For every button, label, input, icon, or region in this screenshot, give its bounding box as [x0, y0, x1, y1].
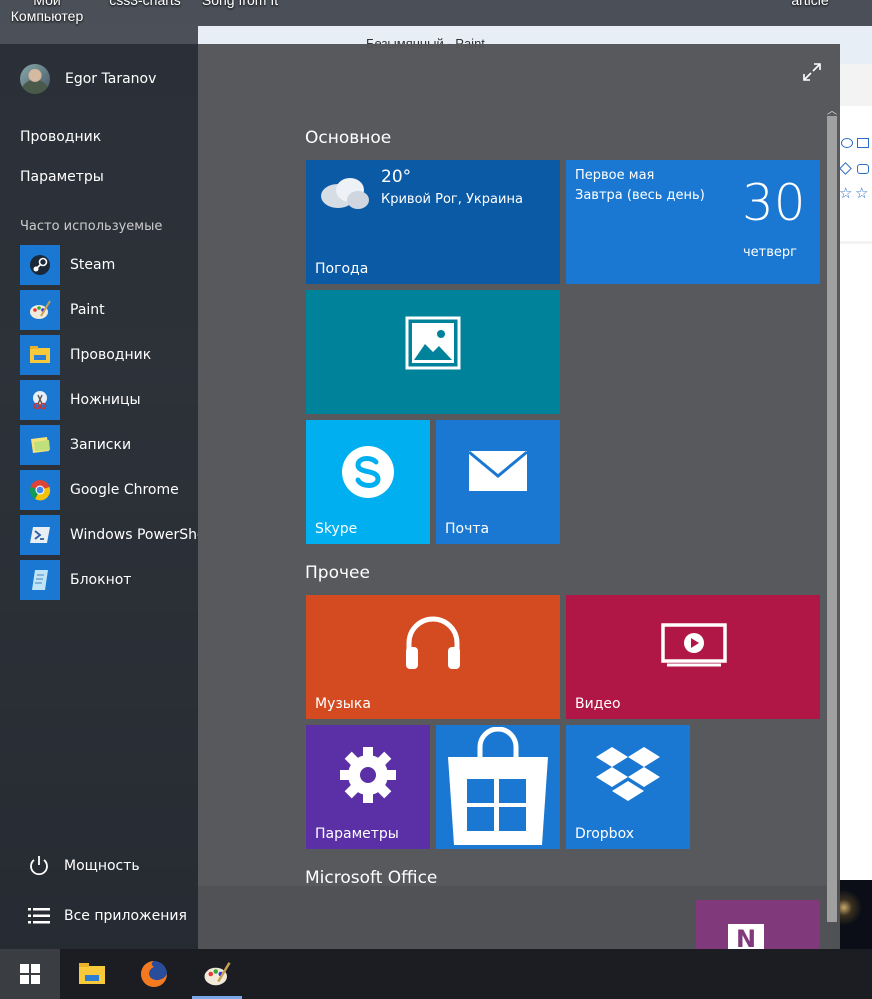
- tile-label: Видео: [575, 696, 621, 712]
- list-icon: [28, 908, 50, 924]
- file-explorer-icon: [79, 963, 105, 984]
- sticky-notes-icon: [20, 425, 60, 465]
- group-title-office: Microsoft Office: [305, 868, 438, 888]
- app-sticky-notes[interactable]: Записки: [20, 425, 198, 465]
- tile-skype[interactable]: Skype: [306, 420, 430, 544]
- tile-photos[interactable]: [306, 290, 560, 414]
- app-label: Windows PowerShell: [70, 527, 214, 543]
- notepad-icon: [20, 560, 60, 600]
- all-apps-label: Все приложения: [64, 908, 187, 924]
- group-title-main: Основное: [305, 128, 392, 148]
- app-notepad[interactable]: Блокнот: [20, 560, 198, 600]
- app-steam[interactable]: Steam: [20, 245, 198, 285]
- avatar: [20, 64, 50, 94]
- app-label: Записки: [70, 437, 132, 453]
- calendar-when: Завтра (весь день): [575, 188, 705, 203]
- oval-shape-icon[interactable]: [841, 138, 853, 148]
- app-paint[interactable]: Paint: [20, 290, 198, 330]
- mail-icon: [468, 450, 528, 491]
- start-left-pane: Egor Taranov Проводник Параметры Часто и…: [0, 44, 213, 949]
- paint-icon: [204, 962, 231, 986]
- hexagon-shape-icon[interactable]: [857, 164, 869, 174]
- app-powershell[interactable]: Windows PowerShell: [20, 515, 213, 555]
- rectangle-shape-icon[interactable]: [857, 138, 869, 148]
- desktop-icon-article[interactable]: article: [770, 0, 850, 8]
- settings-link[interactable]: Параметры: [20, 169, 104, 185]
- taskbar-firefox[interactable]: [124, 949, 184, 999]
- tile-label: Параметры: [315, 826, 399, 842]
- folder-icon: [20, 335, 60, 375]
- skype-icon: [342, 446, 394, 498]
- tile-mail[interactable]: Почта: [436, 420, 560, 544]
- start-button[interactable]: [0, 949, 60, 999]
- all-apps-button[interactable]: Все приложения: [28, 904, 187, 928]
- calendar-weekday: четверг: [743, 245, 797, 260]
- photos-icon: [405, 316, 461, 370]
- tile-label: Dropbox: [575, 826, 634, 842]
- star-shape-icon[interactable]: ☆: [839, 184, 852, 202]
- diamond-shape-icon[interactable]: [839, 162, 852, 175]
- frequent-apps-header: Часто используемые: [20, 219, 163, 234]
- video-icon: [661, 623, 727, 667]
- power-button[interactable]: Мощность: [28, 854, 140, 878]
- app-label: Блокнот: [70, 572, 132, 588]
- cloud-icon: [321, 178, 369, 209]
- user-account[interactable]: Egor Taranov: [20, 64, 156, 94]
- tile-label: Skype: [315, 521, 358, 537]
- tile-label: Погода: [315, 261, 369, 277]
- paint-icon: [20, 290, 60, 330]
- scroll-up-arrow-icon[interactable]: ︿: [827, 102, 837, 117]
- explorer-link[interactable]: Проводник: [20, 129, 101, 145]
- tile-onenote[interactable]: N: [696, 900, 820, 949]
- tile-label: Музыка: [315, 696, 371, 712]
- weather-temperature: 20°: [381, 167, 412, 187]
- power-label: Мощность: [64, 858, 140, 874]
- tile-label: Почта: [445, 521, 490, 537]
- store-bag-icon: [448, 727, 548, 845]
- app-label: Steam: [70, 257, 116, 273]
- desktop-icon-song-from-it[interactable]: Song from It: [190, 0, 290, 8]
- start-menu: Egor Taranov Проводник Параметры Часто и…: [0, 44, 840, 993]
- power-icon: [30, 856, 48, 876]
- scroll-thumb[interactable]: [827, 116, 837, 922]
- dropbox-icon: [596, 747, 660, 801]
- start-icon: [20, 964, 40, 984]
- tile-weather[interactable]: 20° Кривой Рог, Украина Погода: [306, 160, 560, 284]
- chrome-icon: [20, 470, 60, 510]
- taskbar: [0, 949, 872, 999]
- steam-icon: [20, 245, 60, 285]
- calendar-day: 30: [742, 174, 806, 232]
- app-label: Проводник: [70, 347, 152, 363]
- desktop-icon-css3-charts[interactable]: css3-charts: [100, 0, 190, 8]
- group-title-other: Прочее: [305, 563, 370, 583]
- scissors-icon: [20, 380, 60, 420]
- tile-dropbox[interactable]: Dropbox: [566, 725, 690, 849]
- gear-icon: [340, 747, 396, 803]
- headphones-icon: [406, 616, 460, 669]
- app-snipping-tool[interactable]: Ножницы: [20, 380, 198, 420]
- weather-city: Кривой Рог, Украина: [381, 192, 523, 207]
- app-label: Google Chrome: [70, 482, 179, 498]
- app-google-chrome[interactable]: Google Chrome: [20, 470, 198, 510]
- tile-video[interactable]: Видео: [566, 595, 820, 719]
- firefox-icon: [141, 961, 167, 987]
- tiles-scrollbar[interactable]: ︿ ﹀: [824, 102, 840, 993]
- tile-calendar[interactable]: Первое мая Завтра (весь день) 30 четверг: [566, 160, 820, 284]
- app-explorer[interactable]: Проводник: [20, 335, 198, 375]
- user-name: Egor Taranov: [65, 71, 157, 87]
- calendar-event: Первое мая: [575, 168, 655, 183]
- tile-settings[interactable]: Параметры: [306, 725, 430, 849]
- app-label: Ножницы: [70, 392, 141, 408]
- taskbar-paint[interactable]: [187, 949, 247, 999]
- desktop-icon-my-computer[interactable]: Мой Компьютер: [2, 0, 92, 24]
- taskbar-file-explorer[interactable]: [62, 949, 122, 999]
- app-label: Paint: [70, 302, 105, 318]
- onenote-icon: N: [728, 924, 764, 949]
- tile-store[interactable]: [436, 725, 560, 849]
- star-shape-icon[interactable]: ☆: [855, 184, 868, 202]
- powershell-icon: [20, 515, 60, 555]
- expand-icon[interactable]: [802, 62, 822, 82]
- tile-music[interactable]: Музыка: [306, 595, 560, 719]
